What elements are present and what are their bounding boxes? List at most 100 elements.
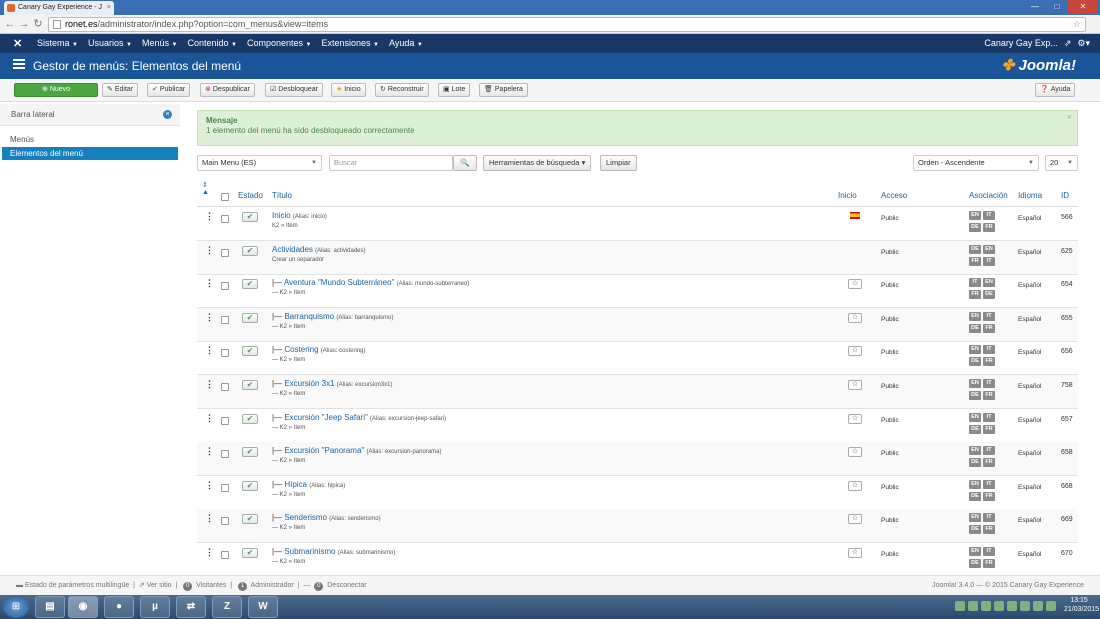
association-badge[interactable]: IT (983, 513, 995, 523)
tray-app-icon[interactable] (968, 601, 978, 611)
home-column-header[interactable]: Inicio (838, 191, 857, 200)
association-badge[interactable]: DE (969, 244, 981, 254)
association-badge[interactable]: DE (969, 223, 981, 232)
association-badge[interactable]: IT (983, 345, 995, 355)
drag-handle-icon[interactable]: ⋮ (205, 312, 214, 323)
published-check-icon[interactable]: ✔ (242, 447, 258, 458)
gear-icon[interactable]: ⚙▾ (1077, 34, 1090, 53)
site-name-link[interactable]: Canary Gay Exp... (984, 34, 1058, 53)
association-badge[interactable]: FR (969, 290, 981, 300)
menu-sistema[interactable]: Sistema ▼ (37, 34, 78, 53)
limit-select[interactable]: 20 ▼ (1045, 155, 1078, 171)
tray-app-icon[interactable] (1020, 601, 1030, 611)
multilang-status-link[interactable]: Estado de parámetros multilingüe (25, 582, 129, 589)
joomla-logo-icon[interactable]: ✕ (13, 37, 22, 50)
forward-arrow-icon[interactable]: → (18, 17, 30, 31)
publish-button[interactable]: ✔ Publicar (147, 83, 191, 97)
item-title-link[interactable]: Excursión "Panorama" (284, 446, 364, 455)
association-badge[interactable]: FR (983, 559, 995, 568)
item-title-link[interactable]: Inicio (272, 211, 291, 220)
association-badge[interactable]: EN (983, 278, 995, 288)
edit-button[interactable]: ✎ Editar (102, 83, 139, 97)
menu-contenido[interactable]: Contenido ▼ (187, 34, 237, 53)
item-title-link[interactable]: Actividades (272, 245, 313, 254)
firefox-taskbar-icon[interactable]: ● (104, 596, 134, 618)
drag-handle-icon[interactable]: ⋮ (205, 211, 214, 222)
word-taskbar-icon[interactable]: W (248, 596, 278, 618)
set-home-star-icon[interactable]: ☆ (848, 312, 862, 323)
row-checkbox[interactable] (221, 416, 229, 425)
drag-handle-icon[interactable]: ⋮ (205, 446, 214, 457)
menu-menus[interactable]: Menús ▼ (142, 34, 177, 53)
association-badge[interactable]: IT (983, 379, 995, 388)
back-arrow-icon[interactable]: ← (4, 17, 16, 31)
close-message-icon[interactable]: × (1067, 112, 1072, 122)
published-check-icon[interactable]: ✔ (242, 480, 258, 491)
sidebar-item-menus[interactable]: Menús (10, 135, 34, 144)
association-badge[interactable]: IT (983, 412, 995, 422)
association-badge[interactable]: IT (983, 446, 995, 456)
sidebar-item-menu-items[interactable]: Elementos del menú (2, 147, 178, 160)
published-check-icon[interactable]: ✔ (242, 212, 258, 222)
association-badge[interactable]: IT (983, 256, 995, 266)
association-badge[interactable]: DE (969, 458, 981, 468)
unlock-button[interactable]: ☑ Desbloquear (265, 83, 323, 97)
utorrent-taskbar-icon[interactable]: µ (140, 596, 170, 618)
drag-handle-icon[interactable]: ⋮ (205, 480, 214, 491)
logout-link[interactable]: Desconectar (327, 582, 366, 589)
drag-handle-icon[interactable]: ⋮ (205, 547, 214, 558)
association-badge[interactable]: IT (983, 311, 995, 321)
association-badge[interactable]: DE (969, 525, 981, 535)
file-explorer-icon[interactable]: ▤ (35, 596, 65, 618)
drag-handle-icon[interactable]: ⋮ (205, 379, 214, 390)
chrome-taskbar-icon[interactable]: ◉ (68, 596, 98, 618)
association-column-header[interactable]: Asociación (969, 191, 1008, 200)
association-badge[interactable]: FR (983, 391, 995, 400)
association-badge[interactable]: DE (983, 290, 995, 300)
association-badge[interactable]: EN (969, 379, 981, 388)
row-checkbox[interactable] (221, 315, 229, 324)
association-badge[interactable]: DE (969, 424, 981, 434)
id-column-header[interactable]: ID (1061, 191, 1069, 200)
set-home-star-icon[interactable]: ☆ (848, 447, 862, 458)
published-check-icon[interactable]: ✔ (242, 413, 258, 424)
row-checkbox[interactable] (221, 517, 229, 526)
association-badge[interactable]: EN (969, 211, 981, 220)
tray-app-icon[interactable] (981, 601, 991, 611)
association-badge[interactable]: IT (983, 479, 995, 489)
item-title-link[interactable]: Senderismo (284, 513, 327, 522)
row-checkbox[interactable] (221, 551, 229, 559)
association-badge[interactable]: DE (969, 323, 981, 333)
menu-componentes[interactable]: Componentes ▼ (247, 34, 312, 53)
item-title-link[interactable]: Excursión "Jeep Safari" (284, 413, 368, 422)
tray-app-icon[interactable] (994, 601, 1004, 611)
drag-handle-icon[interactable]: ⋮ (205, 513, 214, 524)
access-column-header[interactable]: Acceso (881, 191, 907, 200)
set-home-star-icon[interactable]: ☆ (848, 279, 862, 290)
row-checkbox[interactable] (221, 215, 229, 223)
menu-select[interactable]: Main Menu (ES) ▼ (197, 155, 322, 171)
tray-app-icon[interactable] (1033, 601, 1043, 611)
set-home-star-icon[interactable]: ☆ (848, 413, 862, 424)
association-badge[interactable]: FR (969, 256, 981, 266)
association-badge[interactable]: EN (969, 345, 981, 355)
search-input[interactable]: Buscar (329, 155, 453, 171)
association-badge[interactable]: FR (983, 323, 995, 333)
row-checkbox[interactable] (221, 349, 229, 358)
ordering-select[interactable]: Orden - Ascendente ▼ (913, 155, 1039, 171)
drag-handle-icon[interactable]: ⋮ (205, 345, 214, 356)
bookmark-star-icon[interactable]: ☆ (1073, 18, 1081, 31)
association-badge[interactable]: FR (983, 525, 995, 535)
row-checkbox[interactable] (221, 248, 229, 257)
association-badge[interactable]: EN (983, 244, 995, 254)
clock[interactable]: 13:15 21/03/2015 (1064, 596, 1099, 618)
association-badge[interactable]: FR (983, 458, 995, 468)
close-window-button[interactable]: ✕ (1068, 0, 1098, 14)
set-home-star-icon[interactable]: ☆ (848, 548, 862, 558)
item-title-link[interactable]: Excursión 3x1 (284, 379, 334, 388)
volume-icon[interactable] (1046, 601, 1056, 611)
association-badge[interactable]: DE (969, 391, 981, 400)
row-checkbox[interactable] (221, 483, 229, 492)
help-button[interactable]: ❓ Ayuda (1035, 83, 1076, 97)
network-taskbar-icon[interactable]: ⇄ (176, 596, 206, 618)
